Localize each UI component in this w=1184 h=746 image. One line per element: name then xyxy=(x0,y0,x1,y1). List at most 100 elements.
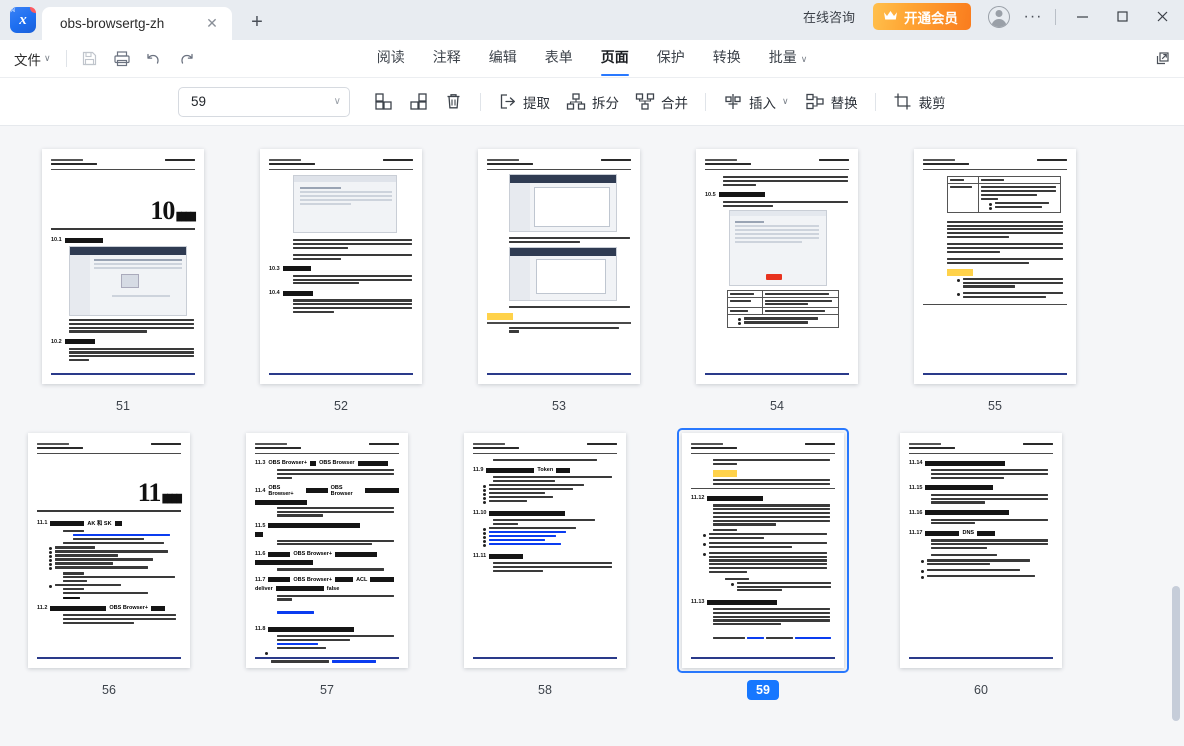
tab-page-label: 页面 xyxy=(601,49,629,65)
title-bar: AI x obs-browsertg-zh ✕ + 在线咨询 开通会员 ··· xyxy=(0,0,1184,40)
page-thumbnail-wrapper[interactable] xyxy=(473,144,645,389)
page-range-select[interactable]: 59 ∨ xyxy=(178,87,350,117)
tab-protect[interactable]: 保护 xyxy=(643,45,699,72)
page-thumbnail-wrapper[interactable]: 11.14 11.15 11.16 11.17DNS xyxy=(895,428,1067,673)
page-thumbnails-area[interactable]: 10████ 10.1 10.2 xyxy=(0,126,1184,746)
tab-convert[interactable]: 转换 xyxy=(699,45,755,72)
page-number-label[interactable]: 51 xyxy=(107,396,139,416)
crop-label: 裁剪 xyxy=(919,92,946,112)
section-number: 11.11 xyxy=(473,553,486,559)
merge-label: 合并 xyxy=(661,92,688,112)
page-number-label[interactable]: 53 xyxy=(543,396,575,416)
page-thumbnail[interactable]: 11.9Token 11.10 xyxy=(464,433,626,668)
page-cell-selected[interactable]: 11.12 xyxy=(654,428,872,700)
titlebar-right-group: 在线咨询 开通会员 ··· xyxy=(797,0,1184,33)
page-number-label[interactable]: 60 xyxy=(965,680,997,700)
page-cell[interactable]: 55 xyxy=(886,144,1104,416)
scrollbar-thumb[interactable] xyxy=(1172,586,1180,721)
page-thumbnail-wrapper[interactable]: 10.3 10.4 xyxy=(255,144,427,389)
page-thumbnail[interactable] xyxy=(914,149,1076,384)
page-cell[interactable]: 11.14 11.15 11.16 11.17DNS xyxy=(872,428,1090,700)
close-icon[interactable]: ✕ xyxy=(202,14,222,34)
page-thumbnail[interactable]: 10████ 10.1 10.2 xyxy=(42,149,204,384)
insert-page-left-button[interactable] xyxy=(366,86,401,118)
new-tab-button[interactable]: + xyxy=(242,7,272,37)
extract-button[interactable]: 提取 xyxy=(490,86,558,118)
page-cell[interactable]: 53 xyxy=(450,144,668,416)
upgrade-vip-button[interactable]: 开通会员 xyxy=(873,3,971,30)
insert-page-right-button[interactable] xyxy=(401,86,436,118)
split-button[interactable]: 拆分 xyxy=(558,86,627,118)
page-thumbnail[interactable] xyxy=(478,149,640,384)
print-icon[interactable] xyxy=(108,45,136,73)
upgrade-vip-label: 开通会员 xyxy=(904,7,958,27)
tab-edit[interactable]: 编辑 xyxy=(475,45,531,72)
warning-badge xyxy=(713,470,737,477)
tab-annotate[interactable]: 注释 xyxy=(419,45,475,72)
tab-form[interactable]: 表单 xyxy=(531,45,587,72)
section-number: 11.15 xyxy=(909,485,922,491)
page-thumbnail[interactable]: 11.14 11.15 11.16 11.17DNS xyxy=(900,433,1062,668)
page-thumbnail[interactable]: 11.12 xyxy=(682,433,844,668)
tab-read[interactable]: 阅读 xyxy=(363,45,419,72)
page-cell[interactable]: 11████ 11.1AK 和 SK xyxy=(0,428,218,700)
section-number: 11.17 xyxy=(909,530,922,536)
page-thumbnail[interactable]: 10.3 10.4 xyxy=(260,149,422,384)
tab-protect-label: 保护 xyxy=(657,49,685,65)
page-cell[interactable]: 11.3OBS Browser+OBS Browser 11.4OBS Brow… xyxy=(218,428,436,700)
redo-icon[interactable] xyxy=(172,45,200,73)
section-number: 11.9 xyxy=(473,467,483,473)
page-number-label[interactable]: 52 xyxy=(325,396,357,416)
page-range-value: 59 xyxy=(191,94,334,109)
page-thumbnail-wrapper[interactable]: 10.5 xyxy=(691,144,863,389)
menu-bar: 文件 ∨ 阅读 注释 编辑 表单 页面 保护 转换 批量∨ xyxy=(0,40,1184,78)
page-thumbnail[interactable]: 11████ 11.1AK 和 SK xyxy=(28,433,190,668)
user-account-button[interactable] xyxy=(981,0,1017,33)
page-number-label[interactable]: 57 xyxy=(311,680,343,700)
page-cell[interactable]: 10.3 10.4 52 xyxy=(232,144,450,416)
tab-edit-label: 编辑 xyxy=(489,49,517,65)
file-menu-button[interactable]: 文件 ∨ xyxy=(8,45,57,73)
page-thumbnail-wrapper-selected[interactable]: 11.12 xyxy=(677,428,849,673)
page-cell[interactable]: 10.5 xyxy=(668,144,886,416)
page-thumbnail-wrapper[interactable]: 11████ 11.1AK 和 SK xyxy=(23,428,195,673)
document-tab[interactable]: obs-browsertg-zh ✕ xyxy=(42,7,232,40)
page-thumbnail-wrapper[interactable]: 11.9Token 11.10 xyxy=(459,428,631,673)
page-cell[interactable]: 11.9Token 11.10 xyxy=(436,428,654,700)
chevron-down-icon: ∨ xyxy=(334,96,341,107)
page-thumbnail-wrapper[interactable]: 11.3OBS Browser+OBS Browser 11.4OBS Brow… xyxy=(241,428,413,673)
chapter-number: 10████ xyxy=(51,198,195,224)
maximize-icon[interactable] xyxy=(1102,0,1142,33)
delete-page-button[interactable] xyxy=(436,86,471,118)
page-thumbnail[interactable]: 11.3OBS Browser+OBS Browser 11.4OBS Brow… xyxy=(246,433,408,668)
page-thumbnail-wrapper[interactable]: 10████ 10.1 10.2 xyxy=(37,144,209,389)
page-thumbnail[interactable]: 10.5 xyxy=(696,149,858,384)
crop-button[interactable]: 裁剪 xyxy=(885,86,954,118)
extract-label: 提取 xyxy=(523,92,550,112)
vertical-scrollbar[interactable] xyxy=(1172,126,1180,746)
page-cell[interactable]: 10████ 10.1 10.2 xyxy=(14,144,232,416)
replace-button[interactable]: 替换 xyxy=(797,86,866,118)
minimize-icon[interactable] xyxy=(1062,0,1102,33)
save-icon[interactable] xyxy=(76,45,104,73)
page-number-label[interactable]: 54 xyxy=(761,396,793,416)
page-number-label[interactable]: 58 xyxy=(529,680,561,700)
window-close-icon[interactable] xyxy=(1142,0,1182,33)
warning-badge xyxy=(947,269,973,276)
undo-icon[interactable] xyxy=(140,45,168,73)
obs-browser-plain-text: OBS Browser xyxy=(319,460,354,466)
tab-page[interactable]: 页面 xyxy=(587,45,643,72)
page-number-label[interactable]: 55 xyxy=(979,396,1011,416)
merge-button[interactable]: 合并 xyxy=(627,86,696,118)
more-options-icon[interactable]: ··· xyxy=(1017,0,1049,33)
file-menu-label: 文件 xyxy=(14,49,41,69)
tab-batch[interactable]: 批量∨ xyxy=(755,45,822,72)
expand-external-icon[interactable] xyxy=(1148,45,1176,73)
online-consult-link[interactable]: 在线咨询 xyxy=(797,3,861,30)
obs-browser-text: OBS Browser+ xyxy=(268,460,307,466)
page-number-label[interactable]: 56 xyxy=(93,680,125,700)
page-thumbnail-wrapper[interactable] xyxy=(909,144,1081,389)
page-number-label-active[interactable]: 59 xyxy=(747,680,779,700)
insert-button[interactable]: 插入 ∨ xyxy=(715,86,797,118)
section-number: 10.5 xyxy=(705,192,716,198)
